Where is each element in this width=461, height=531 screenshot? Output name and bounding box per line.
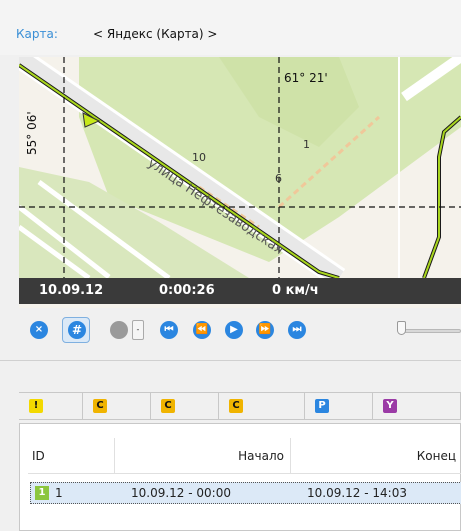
playback-slider-thumb[interactable] — [397, 321, 406, 335]
table-row[interactable]: 1 1 10.09.12 - 00:00 10.09.12 - 14:03 — [30, 482, 461, 504]
map-provider-select[interactable]: < Яндекс (Карта) > — [93, 27, 217, 41]
3d-view-icon[interactable] — [110, 321, 128, 339]
status-bar: 10.09.12 0:00:26 0 км/ч — [19, 278, 461, 304]
status-speed: 0 км/ч — [272, 283, 319, 298]
grid-icon: # — [68, 321, 86, 339]
latitude-label: 55° 06' — [25, 111, 39, 155]
table-header: ID Начало Конец — [28, 438, 461, 474]
skip-last-icon[interactable]: ⏭ — [288, 321, 306, 339]
filter-parking-button[interactable]: P — [305, 393, 373, 419]
longitude-label: 61° 21' — [284, 71, 328, 85]
trips-table: ID Начало Конец 1 1 10.09.12 - 00:00 10.… — [19, 423, 461, 531]
cell-id: 1 — [55, 486, 63, 500]
c-icon: C — [93, 399, 107, 413]
cell-start: 10.09.12 - 00:00 — [131, 486, 231, 500]
c-icon: C — [161, 399, 175, 413]
view-dropdown-button[interactable]: - — [132, 320, 144, 340]
map-provider-label: Карта: — [16, 27, 58, 41]
map-header: Карта: < Яндекс (Карта) > — [0, 0, 461, 55]
status-date: 10.09.12 — [39, 283, 104, 298]
filter-c3-button[interactable]: C — [219, 393, 305, 419]
map-view[interactable]: 10 1 6 улица Нефтезаводская 61° 21' 55° … — [19, 57, 461, 308]
rewind-icon[interactable]: ⏪ — [193, 321, 211, 339]
alert-icon: ! — [29, 399, 43, 413]
map-canvas[interactable]: 10 1 6 улица Нефтезаводская — [19, 57, 461, 308]
c-icon: C — [229, 399, 243, 413]
parking-icon: P — [315, 399, 329, 413]
filter-alert-button[interactable]: ! — [19, 393, 83, 419]
cell-end: 10.09.12 - 14:03 — [307, 486, 407, 500]
close-icon[interactable]: × — [30, 321, 48, 339]
house-number: 1 — [303, 138, 310, 151]
grid-toggle-button[interactable]: # — [62, 317, 90, 343]
status-time: 0:00:26 — [159, 283, 215, 298]
fast-forward-icon[interactable]: ⏩ — [256, 321, 274, 339]
column-header-start[interactable]: Начало — [115, 438, 291, 474]
playback-slider[interactable] — [400, 329, 461, 333]
skip-first-icon[interactable]: ⏮ — [160, 321, 178, 339]
event-filter-bar: ! C C C P Y — [19, 392, 461, 420]
house-number: 10 — [192, 151, 206, 164]
play-icon[interactable]: ▶ — [225, 321, 243, 339]
house-number: 6 — [275, 172, 282, 185]
column-header-end[interactable]: Конец — [291, 438, 461, 474]
column-header-id[interactable]: ID — [28, 438, 115, 474]
divider — [0, 360, 461, 361]
filter-c2-button[interactable]: C — [151, 393, 219, 419]
filter-fuel-button[interactable]: Y — [373, 393, 461, 419]
player-toolbar: × # - ⏮ ⏪ ▶ ⏩ ⏭ — [0, 312, 461, 348]
row-number-badge: 1 — [35, 486, 49, 500]
filter-c1-button[interactable]: C — [83, 393, 151, 419]
fuel-icon: Y — [383, 399, 397, 413]
